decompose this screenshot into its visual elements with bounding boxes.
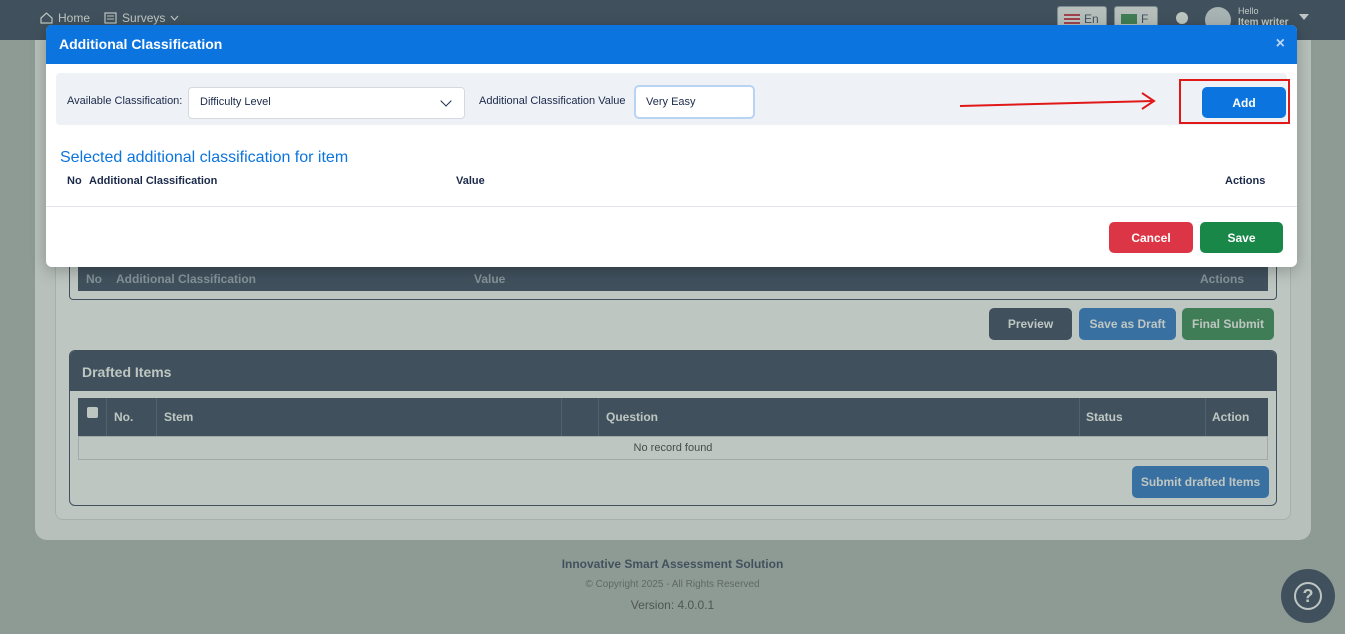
available-classification-label: Available Classification: [67, 95, 183, 107]
additional-classification-modal: Additional Classification × Available Cl… [46, 25, 1297, 267]
col-actions: Actions [1225, 175, 1266, 187]
col-classification: Additional Classification [89, 175, 218, 187]
chevron-down-icon [440, 95, 452, 107]
classification-value-input[interactable] [634, 85, 755, 119]
classification-value-label: Additional Classification Value [479, 95, 626, 107]
modal-header: Additional Classification × [46, 25, 1297, 64]
save-button[interactable]: Save [1200, 222, 1283, 253]
modal-footer-divider [46, 206, 1297, 207]
close-icon[interactable]: × [1276, 35, 1285, 53]
col-no: No [67, 175, 82, 187]
annotation-highlight-box [1179, 79, 1290, 124]
available-classification-value: Difficulty Level [200, 96, 271, 108]
col-value: Value [456, 175, 485, 187]
annotation-arrow-icon [960, 92, 1156, 110]
selected-classification-heading: Selected additional classification for i… [60, 149, 349, 166]
available-classification-select[interactable]: Difficulty Level [188, 87, 465, 119]
cancel-button[interactable]: Cancel [1109, 222, 1193, 253]
modal-title: Additional Classification [59, 36, 223, 52]
